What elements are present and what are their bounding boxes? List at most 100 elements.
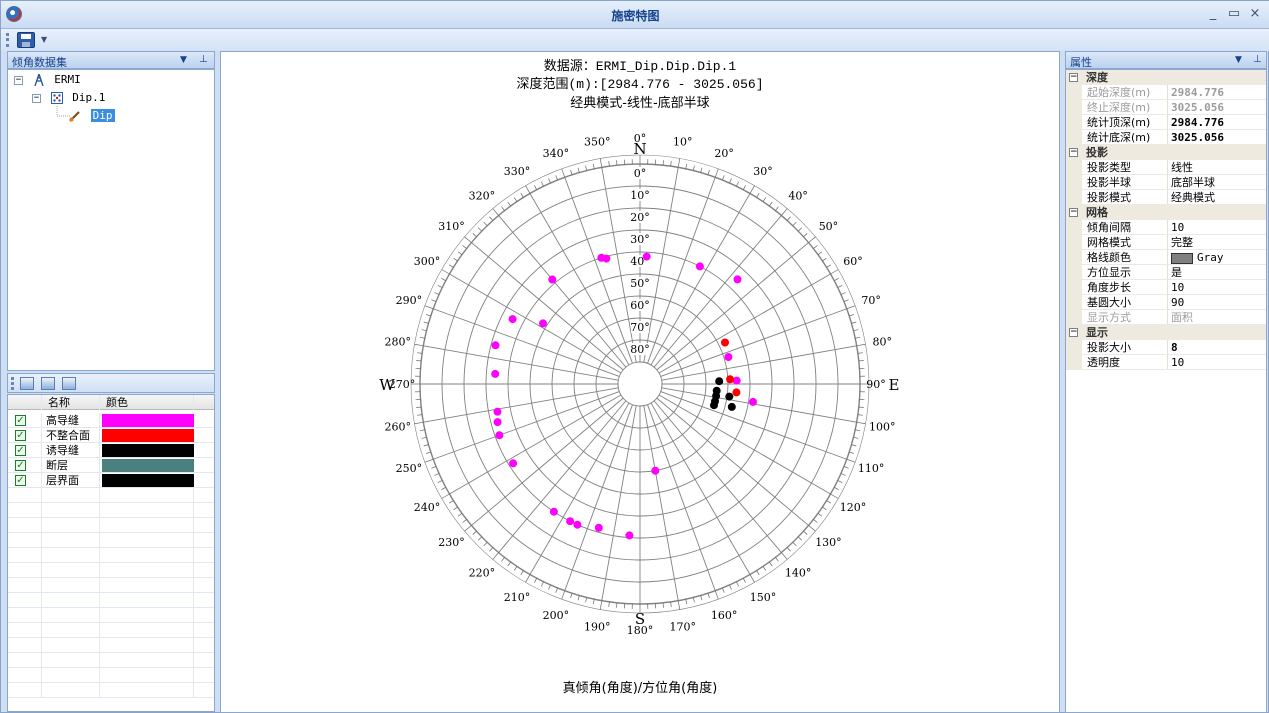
grid-radial-line bbox=[643, 405, 679, 601]
grid-tick bbox=[792, 221, 797, 226]
property-row[interactable]: 方位显示 是 bbox=[1066, 265, 1266, 280]
save-icon[interactable] bbox=[17, 32, 35, 48]
tree-label-dip1: Dip.1 bbox=[72, 91, 106, 104]
legend-checkbox[interactable]: ✓ bbox=[15, 415, 26, 426]
grid-tick bbox=[858, 360, 864, 362]
grid-tick bbox=[846, 458, 856, 463]
grid-tick bbox=[714, 168, 719, 178]
azimuth-label: 200° bbox=[543, 609, 570, 622]
color-swatch[interactable] bbox=[1171, 252, 1193, 264]
azimuth-label: 320° bbox=[469, 190, 496, 203]
property-row[interactable]: 起始深度(m) 2984.776 bbox=[1066, 85, 1266, 100]
collapse-icon[interactable]: − bbox=[1069, 328, 1078, 337]
grid-tick bbox=[775, 557, 779, 562]
property-row[interactable]: 统计底深(m) 3025.056 bbox=[1066, 130, 1266, 145]
panel-pin-icon[interactable]: ⊥ bbox=[1253, 54, 1263, 65]
azimuth-label: 220° bbox=[469, 566, 496, 579]
grid-tick bbox=[808, 525, 816, 532]
data-point bbox=[726, 375, 735, 384]
grid-tick bbox=[692, 165, 695, 171]
property-category[interactable]: − 深度 bbox=[1066, 70, 1266, 85]
legend-color-swatch[interactable] bbox=[102, 429, 194, 442]
collapse-icon[interactable]: − bbox=[32, 93, 41, 103]
legend-row[interactable]: ✓ 层界面 bbox=[8, 473, 214, 488]
legend-color-swatch[interactable] bbox=[102, 459, 194, 472]
property-row[interactable]: 倾角间隔 10 bbox=[1066, 220, 1266, 235]
property-row[interactable]: 终止深度(m) 3025.056 bbox=[1066, 100, 1266, 115]
grid-tick bbox=[520, 193, 524, 198]
toolbar-grip[interactable] bbox=[6, 33, 9, 47]
legend-item-name: 高导缝 bbox=[42, 413, 100, 428]
stereonet-chart[interactable]: 数据源：ERMI_Dip.Dip.Dip.1 深度范围(m):[2984.776… bbox=[221, 52, 1059, 712]
property-row[interactable]: 投影模式 经典模式 bbox=[1066, 190, 1266, 205]
legend-checkbox[interactable]: ✓ bbox=[15, 445, 26, 456]
property-value[interactable]: 3025.056 bbox=[1171, 130, 1265, 145]
property-row[interactable]: 网格模式 完整 bbox=[1066, 235, 1266, 250]
property-value[interactable]: 90 bbox=[1171, 295, 1265, 310]
property-row[interactable]: 基圆大小 90 bbox=[1066, 295, 1266, 310]
grid-tick bbox=[803, 233, 808, 238]
property-row[interactable]: 角度步长 10 bbox=[1066, 280, 1266, 295]
maximize-button[interactable]: ▭ bbox=[1225, 6, 1243, 22]
property-value[interactable]: Gray bbox=[1171, 250, 1265, 265]
property-row[interactable]: 格线颜色 Gray bbox=[1066, 250, 1266, 265]
legend-color-swatch[interactable] bbox=[102, 474, 194, 487]
property-row[interactable]: 透明度 10 bbox=[1066, 355, 1266, 370]
toolbar-overflow-icon[interactable]: ▼ bbox=[41, 33, 49, 47]
property-value[interactable]: 8 bbox=[1171, 340, 1265, 355]
collapse-icon[interactable]: − bbox=[1069, 208, 1078, 217]
property-category[interactable]: − 投影 bbox=[1066, 145, 1266, 160]
minimize-button[interactable]: _ bbox=[1204, 6, 1222, 22]
image-icon[interactable] bbox=[41, 377, 55, 390]
legend-row[interactable]: ✓ 断层 bbox=[8, 458, 214, 473]
property-value[interactable]: 10 bbox=[1171, 280, 1265, 295]
legend-row[interactable]: ✓ 高导缝 bbox=[8, 413, 214, 428]
row-gutter bbox=[1066, 355, 1082, 370]
legend-empty-row bbox=[8, 683, 214, 698]
panel-pin-icon[interactable]: ⊥ bbox=[199, 54, 209, 65]
legend-color-swatch[interactable] bbox=[102, 444, 194, 457]
property-row[interactable]: 投影类型 线性 bbox=[1066, 160, 1266, 175]
property-value[interactable]: 10 bbox=[1171, 355, 1265, 370]
grid-tick bbox=[840, 473, 846, 476]
legend-checkbox[interactable]: ✓ bbox=[15, 460, 26, 471]
property-value[interactable]: 完整 bbox=[1171, 235, 1265, 250]
collapse-icon[interactable]: − bbox=[1069, 148, 1078, 157]
property-row[interactable]: 统计顶深(m) 2984.776 bbox=[1066, 115, 1266, 130]
collapse-icon[interactable]: − bbox=[14, 75, 23, 85]
property-category[interactable]: − 网格 bbox=[1066, 205, 1266, 220]
property-category[interactable]: − 显示 bbox=[1066, 325, 1266, 340]
legend-checkbox[interactable]: ✓ bbox=[15, 475, 26, 486]
panel-dropdown-icon[interactable]: ▼ bbox=[180, 55, 190, 65]
tree-node-ermi[interactable]: − ERMI bbox=[14, 72, 81, 88]
tree-node-dip[interactable]: Dip bbox=[66, 108, 115, 124]
tree-node-dip1[interactable]: − Dip.1 bbox=[32, 90, 105, 106]
grid-tick bbox=[685, 163, 688, 169]
legend-row[interactable]: ✓ 不整合面 bbox=[8, 428, 214, 443]
property-value[interactable]: 线性 bbox=[1171, 160, 1265, 175]
grid-tick bbox=[472, 233, 477, 238]
property-value[interactable]: 经典模式 bbox=[1171, 190, 1265, 205]
property-value[interactable]: 10 bbox=[1171, 220, 1265, 235]
legend-row[interactable]: ✓ 诱导缝 bbox=[8, 443, 214, 458]
row-gutter bbox=[1066, 280, 1082, 295]
property-value[interactable]: 是 bbox=[1171, 265, 1265, 280]
close-button[interactable]: × bbox=[1246, 6, 1264, 22]
legend-checkbox[interactable]: ✓ bbox=[15, 430, 26, 441]
property-row[interactable]: 投影半球 底部半球 bbox=[1066, 175, 1266, 190]
grid-radial-line bbox=[656, 242, 809, 371]
property-row[interactable]: 投影大小 8 bbox=[1066, 340, 1266, 355]
chart-title-mode: 经典模式-线性-底部半球 bbox=[570, 95, 709, 111]
collapse-icon[interactable]: − bbox=[1069, 73, 1078, 82]
image-icon[interactable] bbox=[20, 377, 34, 390]
property-value[interactable]: 2984.776 bbox=[1171, 115, 1265, 130]
legend-color-swatch[interactable] bbox=[102, 414, 194, 427]
grid-tick bbox=[472, 530, 477, 535]
property-row[interactable]: 显示方式 面积 bbox=[1066, 310, 1266, 325]
legend-toolbar-grip[interactable] bbox=[11, 377, 14, 390]
grid-tick bbox=[423, 444, 429, 447]
panel-dropdown-icon[interactable]: ▼ bbox=[1235, 55, 1245, 65]
image-icon[interactable] bbox=[62, 377, 76, 390]
property-value[interactable]: 底部半球 bbox=[1171, 175, 1265, 190]
dip-labels: 0°10°20°30°40°50°60°70°80° bbox=[630, 167, 650, 356]
